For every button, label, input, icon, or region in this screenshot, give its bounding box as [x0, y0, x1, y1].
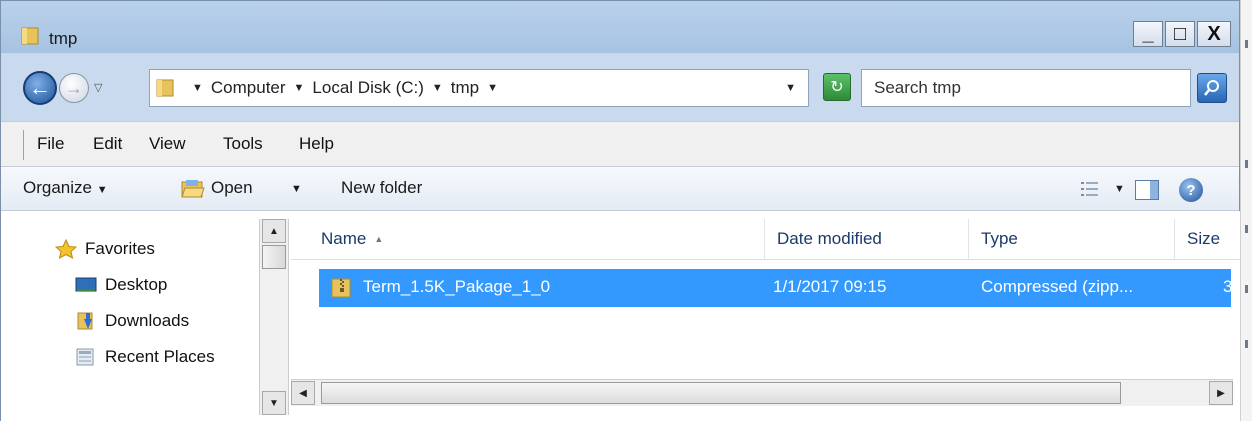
scroll-up-icon[interactable]: ▲ — [262, 219, 286, 243]
table-row[interactable]: Term_1.5K_Pakage_1_0 1/1/2017 09:15 Comp… — [319, 269, 1233, 307]
chevron-down-icon: ▼ — [96, 184, 108, 196]
address-dropdown-icon[interactable]: ▼ — [785, 82, 796, 94]
edge-mark — [1245, 40, 1248, 48]
edge-mark — [1245, 225, 1248, 233]
close-button[interactable]: X — [1197, 21, 1231, 47]
nav-favorites[interactable]: Favorites — [55, 239, 155, 259]
open-dropdown-icon[interactable]: ▼ — [291, 183, 302, 195]
menu-file[interactable]: File — [37, 134, 64, 154]
nav-recent-places[interactable]: Recent Places — [75, 347, 215, 367]
chevron-down-icon[interactable]: ▼ — [487, 82, 498, 94]
column-name-label: Name — [321, 229, 367, 248]
window-controls: _ □ X — [1133, 21, 1231, 47]
menu-help[interactable]: Help — [299, 134, 334, 154]
new-folder-button[interactable]: New folder — [341, 178, 422, 198]
organize-label: Organize — [23, 178, 92, 197]
title-bar[interactable]: tmp _ □ X — [1, 1, 1239, 53]
address-row: ← → ▽ ▼ Computer ▼ Local Disk (C:) ▼ tmp… — [1, 59, 1239, 119]
nav-desktop[interactable]: Desktop — [75, 275, 167, 295]
star-icon — [55, 239, 77, 259]
breadcrumb-tmp[interactable]: tmp — [451, 78, 479, 98]
scroll-right-icon[interactable]: ▶ — [1209, 381, 1233, 405]
recent-places-icon — [76, 348, 94, 366]
window-title: tmp — [49, 29, 78, 48]
chevron-down-icon[interactable]: ▼ — [192, 82, 203, 94]
scroll-left-icon[interactable]: ◀ — [291, 381, 315, 405]
menu-view[interactable]: View — [149, 134, 186, 154]
horizontal-scrollbar[interactable]: ◀ ▶ — [291, 379, 1233, 406]
column-header: Name ▲ Date modified Type Size — [291, 219, 1241, 260]
menu-separator — [23, 130, 24, 160]
forward-arrow-icon[interactable]: → — [59, 73, 89, 103]
chevron-down-icon[interactable]: ▼ — [294, 82, 305, 94]
scroll-thumb[interactable] — [262, 245, 286, 269]
column-type-label: Type — [981, 229, 1018, 248]
views-icon[interactable] — [1081, 181, 1099, 197]
menu-bar: File Edit View Tools Help — [1, 121, 1239, 167]
scroll-down-icon[interactable]: ▼ — [262, 391, 286, 415]
open-label: Open — [211, 178, 253, 197]
breadcrumb-local-disk[interactable]: Local Disk (C:) — [312, 78, 423, 98]
address-folder-icon — [156, 79, 174, 97]
preview-pane-shape — [1150, 181, 1158, 199]
nav-scrollbar[interactable]: ▲ ▼ — [259, 219, 289, 415]
downloads-label: Downloads — [105, 311, 190, 330]
history-dropdown-icon[interactable]: ▽ — [94, 81, 102, 94]
navigation-pane: Favorites Desktop Downloads Recent Place… — [1, 211, 259, 422]
preview-pane-icon[interactable] — [1135, 180, 1159, 200]
refresh-icon[interactable]: ↻ — [823, 73, 851, 101]
breadcrumb-computer[interactable]: Computer — [211, 78, 286, 98]
file-date: 1/1/2017 09:15 — [773, 277, 887, 296]
file-type: Compressed (zipp... — [981, 277, 1134, 296]
zip-folder-icon — [331, 278, 351, 298]
recent-places-label: Recent Places — [105, 347, 215, 366]
column-date-modified[interactable]: Date modified — [765, 219, 969, 259]
menu-tools[interactable]: Tools — [223, 134, 263, 154]
open-button[interactable]: Open — [211, 178, 253, 198]
chevron-down-icon[interactable]: ▼ — [432, 82, 443, 94]
magnifier-icon — [1204, 80, 1219, 96]
folder-icon — [21, 27, 39, 45]
breadcrumb: ▼ Computer ▼ Local Disk (C:) ▼ tmp ▼ — [186, 78, 506, 98]
column-size-label: Size — [1187, 229, 1221, 248]
column-name[interactable]: Name ▲ — [309, 219, 765, 259]
minimize-button[interactable]: _ — [1133, 21, 1163, 47]
search-icon[interactable] — [1197, 73, 1227, 103]
address-bar[interactable]: ▼ Computer ▼ Local Disk (C:) ▼ tmp ▼ ▼ — [149, 69, 809, 107]
help-icon[interactable]: ? — [1179, 178, 1203, 202]
desktop-icon — [75, 277, 97, 292]
edge-mark — [1245, 160, 1248, 168]
nav-downloads[interactable]: Downloads — [75, 311, 189, 331]
open-folder-icon — [181, 180, 205, 198]
edge-mark — [1245, 285, 1248, 293]
desktop-label: Desktop — [105, 275, 168, 294]
background-window-edge — [1240, 0, 1252, 421]
edge-mark — [1245, 340, 1248, 348]
explorer-window: tmp _ □ X ← → ▽ ▼ Computer ▼ Local Disk … — [0, 0, 1241, 422]
sort-ascending-icon: ▲ — [374, 234, 384, 244]
views-dropdown-icon[interactable]: ▼ — [1114, 183, 1125, 195]
menu-edit[interactable]: Edit — [93, 134, 122, 154]
horizontal-scroll-thumb[interactable] — [321, 382, 1121, 404]
organize-button[interactable]: Organize ▼ — [23, 178, 108, 198]
favorites-label: Favorites — [85, 239, 155, 258]
file-size: 3 — [1223, 277, 1233, 296]
back-arrow-icon[interactable]: ← — [23, 71, 57, 105]
search-input[interactable]: Search tmp — [861, 69, 1191, 107]
maximize-button[interactable]: □ — [1165, 21, 1195, 47]
column-size[interactable]: Size — [1175, 219, 1241, 259]
downloads-icon — [77, 312, 93, 330]
column-type[interactable]: Type — [969, 219, 1175, 259]
file-name: Term_1.5K_Pakage_1_0 — [363, 277, 551, 296]
command-bar: Organize ▼ Open ▼ New folder ▼ ? — [1, 167, 1239, 211]
column-date-label: Date modified — [777, 229, 882, 248]
